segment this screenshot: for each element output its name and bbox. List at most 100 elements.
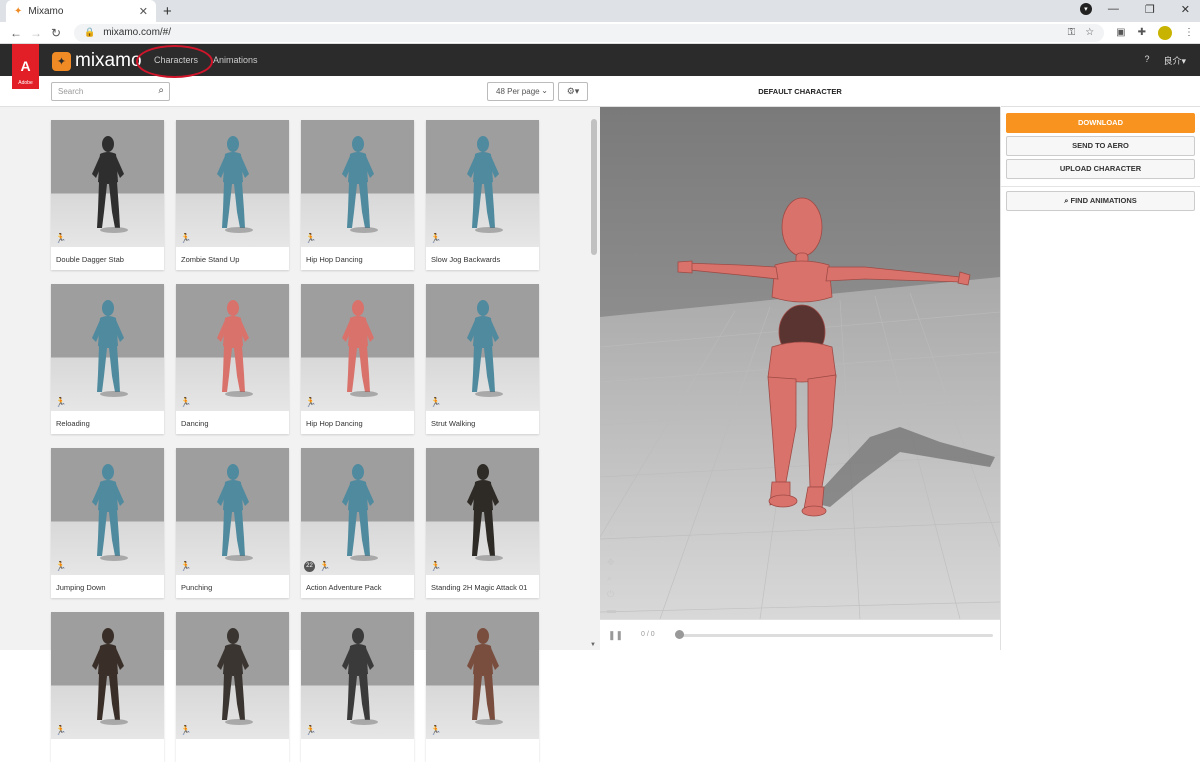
character-figure-icon xyxy=(341,464,378,561)
animation-card[interactable]: 🏃 xyxy=(301,612,414,762)
running-man-icon: 🏃 xyxy=(55,561,67,571)
animation-card[interactable]: 🏃 Jumping Down xyxy=(51,448,164,598)
mixamo-favicon-icon: ✦ xyxy=(14,5,23,17)
close-window-icon[interactable]: ✕ xyxy=(1181,3,1190,16)
animation-card[interactable]: 🏃 Double Dagger Stab xyxy=(51,120,164,270)
animation-thumbnail[interactable]: 🏃 xyxy=(426,284,539,411)
bookmark-star-icon[interactable]: ☆ xyxy=(1085,27,1094,38)
skeleton-icon[interactable]: ☺ xyxy=(607,527,616,537)
puzzle-icon[interactable]: ✚ xyxy=(1138,27,1146,38)
key-icon[interactable]: ⚿ xyxy=(1068,27,1076,38)
animation-card[interactable]: 🏃 Reloading xyxy=(51,284,164,434)
running-man-icon: 🏃 xyxy=(319,561,331,571)
pan-icon[interactable]: ✥ xyxy=(607,557,616,568)
animation-card[interactable]: 🏃 Zombie Stand Up xyxy=(176,120,289,270)
search-icon[interactable]: ⌕ xyxy=(158,85,164,96)
per-page-select[interactable]: 48 Per page ⌄ xyxy=(487,82,554,101)
animation-thumbnail[interactable]: 🏃 xyxy=(426,120,539,247)
animation-thumbnail[interactable]: 🏃 xyxy=(51,284,164,411)
animation-card[interactable]: 🏃 Punching xyxy=(176,448,289,598)
extension-icon[interactable]: ▣ xyxy=(1116,27,1125,38)
animation-thumbnail[interactable]: 🏃 xyxy=(426,612,539,739)
animation-card-label xyxy=(176,739,289,755)
animation-card[interactable]: 🏃 Hip Hop Dancing xyxy=(301,120,414,270)
url-text: mixamo.com/#/ xyxy=(103,27,172,38)
animation-thumbnail[interactable]: 🏃 xyxy=(176,448,289,575)
animation-card-label: Action Adventure Pack xyxy=(306,583,382,592)
animation-thumbnail[interactable]: 🏃 xyxy=(426,448,539,575)
reload-icon[interactable]: ↻ xyxy=(46,26,66,40)
download-button[interactable]: DOWNLOAD xyxy=(1006,113,1195,133)
minimize-icon[interactable]: — xyxy=(1108,3,1119,16)
settings-gear-button[interactable]: ⚙▾ xyxy=(558,82,588,101)
nav-animations[interactable]: Animations xyxy=(213,55,258,65)
animation-thumbnail[interactable]: 🏃 xyxy=(51,612,164,739)
animation-browser: Search ⌕ 48 Per page ⌄ ⚙▾ 🏃 Double Dagger… xyxy=(0,76,600,762)
browser-tab[interactable]: ✦ Mixamo ✕ xyxy=(6,0,156,22)
animation-card[interactable]: 🏃 Hip Hop Dancing xyxy=(301,284,414,434)
avatar[interactable] xyxy=(1158,25,1172,40)
animation-card[interactable]: 🏃 Standing 2H Magic Attack 01 xyxy=(426,448,539,598)
restore-icon[interactable]: ❐ xyxy=(1145,3,1155,16)
close-tab-icon[interactable]: ✕ xyxy=(139,5,148,18)
user-name: 良介 xyxy=(1163,56,1182,66)
running-man-icon: 🏃 xyxy=(430,561,442,571)
animation-card[interactable]: 🏃 Strut Walking xyxy=(426,284,539,434)
running-man-icon: 🏃 xyxy=(180,725,192,735)
animation-thumbnail[interactable]: 🏃 xyxy=(301,120,414,247)
profile-menu-icon[interactable]: ▾ xyxy=(1079,3,1092,15)
playback-timeline: ❚❚ 0 / 0 xyxy=(600,619,1000,650)
user-menu[interactable]: 良介▾ xyxy=(1163,54,1186,67)
animation-card-label: Standing 2H Magic Attack 01 xyxy=(431,583,528,592)
running-man-icon: 🏃 xyxy=(55,725,67,735)
help-icon[interactable]: ? xyxy=(1144,54,1149,67)
adobe-logo[interactable]: A Adobe xyxy=(12,44,39,89)
animation-thumbnail[interactable]: 22 🏃 xyxy=(301,448,414,575)
find-animations-button[interactable]: ⌕ FIND ANIMATIONS xyxy=(1006,191,1195,211)
timeline-scrubber[interactable] xyxy=(675,630,684,639)
browser-tab-strip: ✦ Mixamo ✕ + ▾ — ❐ ✕ xyxy=(0,0,1200,22)
nav-characters[interactable]: Characters xyxy=(154,55,198,65)
animation-card-label: Jumping Down xyxy=(56,583,106,592)
animation-thumbnail[interactable]: 🏃 xyxy=(301,612,414,739)
animation-thumbnail[interactable]: 🏃 xyxy=(176,284,289,411)
upload-character-button[interactable]: UPLOAD CHARACTER xyxy=(1006,159,1195,179)
3d-viewer[interactable]: ☺ ◌ ✥ ⌕ ⏻ ▬ xyxy=(600,107,1000,619)
address-bar[interactable]: 🔒 mixamo.com/#/ ⚿ ☆ xyxy=(74,23,1105,42)
animation-thumbnail[interactable]: 🏃 xyxy=(51,448,164,575)
animation-card[interactable]: 🏃 xyxy=(51,612,164,762)
animation-card[interactable]: 🏃 xyxy=(426,612,539,762)
animation-card-label xyxy=(51,739,164,755)
pause-icon[interactable]: ❚❚ xyxy=(608,630,623,641)
reset-view-icon[interactable]: ⏻ xyxy=(607,589,616,600)
menu-dots-icon[interactable]: ⋮ xyxy=(1184,27,1194,38)
divider xyxy=(1001,186,1200,187)
animation-thumbnail[interactable]: 🏃 xyxy=(51,120,164,247)
animation-thumbnail[interactable]: 🏃 xyxy=(301,284,414,411)
forward-icon[interactable]: → xyxy=(26,26,46,40)
animation-card[interactable]: 22 🏃 Action Adventure Pack xyxy=(301,448,414,598)
character-figure-icon xyxy=(466,136,503,233)
character-figure-icon xyxy=(216,464,253,561)
orbit-icon[interactable]: ◌ xyxy=(607,542,616,552)
scrollbar-thumb[interactable] xyxy=(591,119,597,255)
running-man-icon: 🏃 xyxy=(55,397,67,407)
viewer-title: DEFAULT CHARACTER xyxy=(600,76,1000,107)
animation-thumbnail[interactable]: 🏃 xyxy=(176,612,289,739)
search-input[interactable]: Search ⌕ xyxy=(51,82,170,101)
send-to-aero-button[interactable]: SEND TO AERO xyxy=(1006,136,1195,156)
animation-card-label xyxy=(426,739,539,755)
new-tab-button[interactable]: + xyxy=(163,3,172,20)
camera-icon[interactable]: ▬ xyxy=(607,605,616,615)
animation-card[interactable]: 🏃 Slow Jog Backwards xyxy=(426,120,539,270)
find-animations-label: FIND ANIMATIONS xyxy=(1070,196,1137,205)
zoom-icon[interactable]: ⌕ xyxy=(607,573,616,584)
animation-card[interactable]: 🏃 Dancing xyxy=(176,284,289,434)
mixamo-brand[interactable]: ✦ mixamo xyxy=(52,50,142,72)
timeline-track[interactable] xyxy=(678,634,993,637)
back-icon[interactable]: ← xyxy=(6,26,26,40)
animation-card[interactable]: 🏃 xyxy=(176,612,289,762)
scrollbar[interactable]: ▼ xyxy=(590,107,598,650)
scroll-down-arrow-icon[interactable]: ▼ xyxy=(590,642,596,648)
animation-thumbnail[interactable]: 🏃 xyxy=(176,120,289,247)
